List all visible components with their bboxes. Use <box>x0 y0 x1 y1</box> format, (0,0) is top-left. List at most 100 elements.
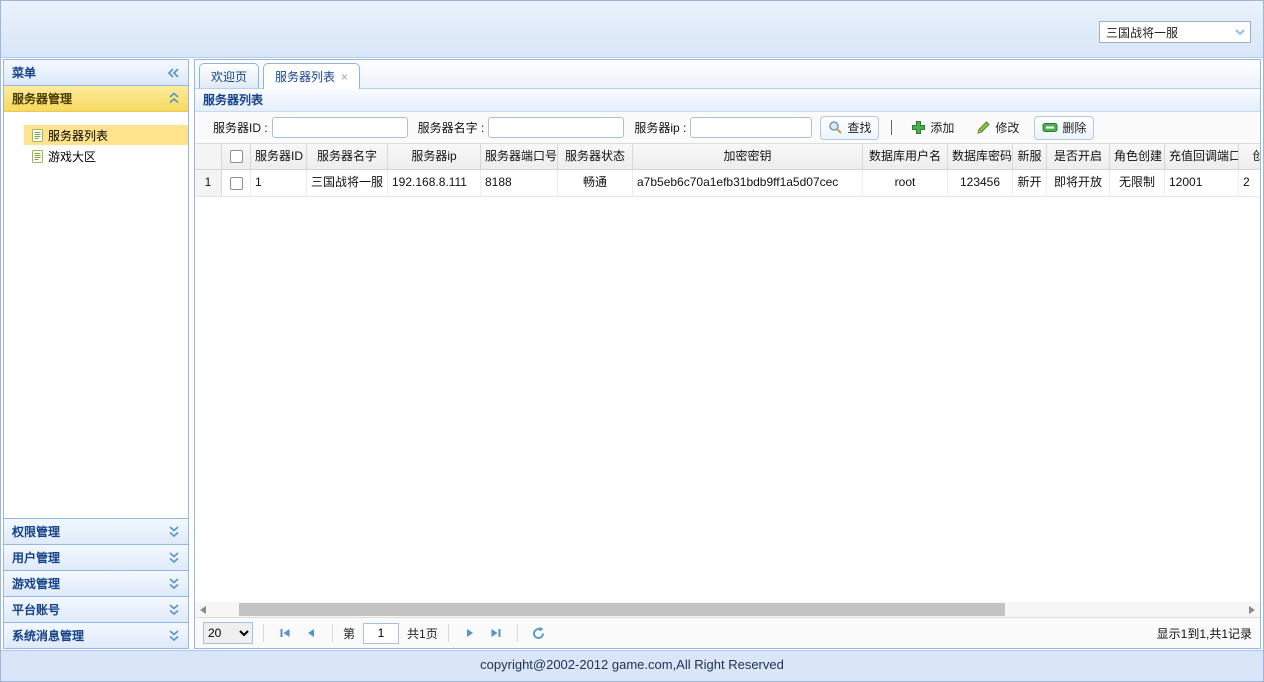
accordion-section-server-management[interactable]: 服务器管理 <box>4 86 188 112</box>
sidebar-item-server-list[interactable]: 服务器列表 <box>24 125 188 145</box>
row-number: 1 <box>195 170 222 196</box>
double-chevron-down-icon <box>168 577 180 590</box>
cell-role-create: 无限制 <box>1110 170 1165 196</box>
page-size-select[interactable]: 20 <box>203 622 253 644</box>
column-header-server-status[interactable]: 服务器状态 <box>558 144 633 169</box>
cell-server-name: 三国战将一服 <box>307 170 388 196</box>
accordion-label: 权限管理 <box>12 523 60 540</box>
sidebar-item-game-zone[interactable]: 游戏大区 <box>24 146 188 166</box>
scrollbar-thumb[interactable] <box>239 603 1005 616</box>
pager-info: 显示1到1,共1记录 <box>1157 625 1252 642</box>
column-header-clipped[interactable]: 创 <box>1239 144 1260 169</box>
pager-separator <box>448 624 449 642</box>
add-button[interactable]: 添加 <box>904 116 961 140</box>
column-header-recharge-port[interactable]: 充值回调端口 <box>1165 144 1239 169</box>
server-id-input[interactable] <box>272 117 408 138</box>
tab-server-list[interactable]: 服务器列表 × <box>263 63 360 89</box>
search-field-label: 服务器名字 : <box>418 119 485 136</box>
scrollbar-track[interactable] <box>211 602 1244 617</box>
scroll-left-icon[interactable] <box>195 602 211 617</box>
tabs-bar: 欢迎页 服务器列表 × <box>195 60 1260 89</box>
pagination-bar: 20 第 共1页 <box>195 617 1260 648</box>
edit-icon <box>976 120 991 135</box>
search-field-label: 服务器ip : <box>634 119 686 136</box>
page: 三国战将一服 菜单 服务器管理 <box>0 0 1264 682</box>
column-header-new-server[interactable]: 新服 <box>1013 144 1047 169</box>
column-header-db-user[interactable]: 数据库用户名 <box>863 144 948 169</box>
button-label: 查找 <box>847 119 871 136</box>
button-label: 修改 <box>995 119 1019 136</box>
pager-separator <box>517 624 518 642</box>
delete-button[interactable]: 删除 <box>1034 116 1094 140</box>
pager-separator <box>332 624 333 642</box>
accordion-section-permissions[interactable]: 权限管理 <box>4 518 188 544</box>
server-select[interactable]: 三国战将一服 <box>1099 21 1251 43</box>
accordion-label: 平台账号 <box>12 601 60 618</box>
accordion-label: 用户管理 <box>12 549 60 566</box>
column-header-encryption-key[interactable]: 加密密钥 <box>633 144 863 169</box>
column-header-server-id[interactable]: 服务器ID <box>251 144 307 169</box>
page-title: 服务器列表 <box>195 89 1260 112</box>
column-header-is-open[interactable]: 是否开启 <box>1047 144 1110 169</box>
footer: copyright@2002-2012 game.com,All Right R… <box>1 650 1263 681</box>
row-checkbox[interactable] <box>230 177 243 190</box>
cell-server-id: 1 <box>251 170 307 196</box>
cell-db-user: root <box>863 170 948 196</box>
collapse-sidebar-icon[interactable] <box>167 67 180 79</box>
button-label: 添加 <box>930 119 954 136</box>
scroll-right-icon[interactable] <box>1244 602 1260 617</box>
column-header-server-port[interactable]: 服务器端口号 <box>481 144 558 169</box>
search-button[interactable]: 查找 <box>820 116 879 140</box>
server-select-value: 三国战将一服 <box>1106 24 1232 41</box>
server-ip-input[interactable] <box>690 117 812 138</box>
table-header-row: 服务器ID 服务器名字 服务器ip 服务器端口号 服务器状态 加密密钥 数据库用… <box>195 144 1260 170</box>
page-number-input[interactable] <box>363 623 399 644</box>
cell-db-password: 123456 <box>948 170 1013 196</box>
grid-empty-area <box>195 197 1260 602</box>
accordion-section-games[interactable]: 游戏管理 <box>4 570 188 596</box>
toolbar-separator <box>891 120 892 135</box>
cell-server-port: 8188 <box>481 170 558 196</box>
sidebar-header: 菜单 <box>4 60 188 86</box>
select-all-checkbox[interactable] <box>230 150 243 163</box>
cell-clipped: 2 <box>1239 170 1260 196</box>
next-page-icon[interactable] <box>459 622 481 644</box>
table-row[interactable]: 1 1 三国战将一服 192.168.8.111 8188 畅通 a7b5eb6… <box>195 170 1260 197</box>
sidebar: 菜单 服务器管理 服务器列表 <box>3 59 189 649</box>
column-header-server-name[interactable]: 服务器名字 <box>307 144 388 169</box>
page-label-total: 共1页 <box>407 625 438 642</box>
top-header: 三国战将一服 <box>1 1 1263 58</box>
accordion-section-system-messages[interactable]: 系统消息管理 <box>4 622 188 648</box>
row-number-header <box>195 144 222 169</box>
close-icon[interactable]: × <box>341 71 348 83</box>
document-icon <box>32 129 43 142</box>
column-header-role-create[interactable]: 角色创建 <box>1110 144 1165 169</box>
copyright-text: copyright@2002-2012 game.com,All Right R… <box>480 657 784 672</box>
first-page-icon[interactable] <box>274 622 296 644</box>
search-icon <box>828 120 843 135</box>
prev-page-icon[interactable] <box>300 622 322 644</box>
last-page-icon[interactable] <box>485 622 507 644</box>
double-chevron-down-icon <box>168 629 180 642</box>
row-checkbox-cell <box>222 170 251 196</box>
select-all-cell <box>222 144 251 169</box>
accordion-label: 游戏管理 <box>12 575 60 592</box>
tab-label: 服务器列表 <box>275 68 335 85</box>
accordion-section-users[interactable]: 用户管理 <box>4 544 188 570</box>
column-header-db-password[interactable]: 数据库密码 <box>948 144 1013 169</box>
toolbar: 服务器ID : 服务器名字 : 服务器ip : 查找 添加 <box>195 112 1260 144</box>
document-icon <box>32 150 43 163</box>
page-label-prefix: 第 <box>343 625 355 642</box>
accordion-section-platform-accounts[interactable]: 平台账号 <box>4 596 188 622</box>
cell-server-status: 畅通 <box>558 170 633 196</box>
sidebar-item-label: 服务器列表 <box>48 127 108 144</box>
edit-button[interactable]: 修改 <box>969 116 1026 140</box>
tab-welcome[interactable]: 欢迎页 <box>199 63 259 88</box>
horizontal-scrollbar[interactable] <box>195 602 1260 617</box>
double-chevron-down-icon <box>168 525 180 538</box>
column-header-server-ip[interactable]: 服务器ip <box>388 144 481 169</box>
server-name-input[interactable] <box>488 117 624 138</box>
refresh-icon[interactable] <box>528 622 550 644</box>
double-chevron-down-icon <box>168 551 180 564</box>
main-panel: 欢迎页 服务器列表 × 服务器列表 服务器ID : 服务器名字 : 服务器ip … <box>194 59 1261 649</box>
